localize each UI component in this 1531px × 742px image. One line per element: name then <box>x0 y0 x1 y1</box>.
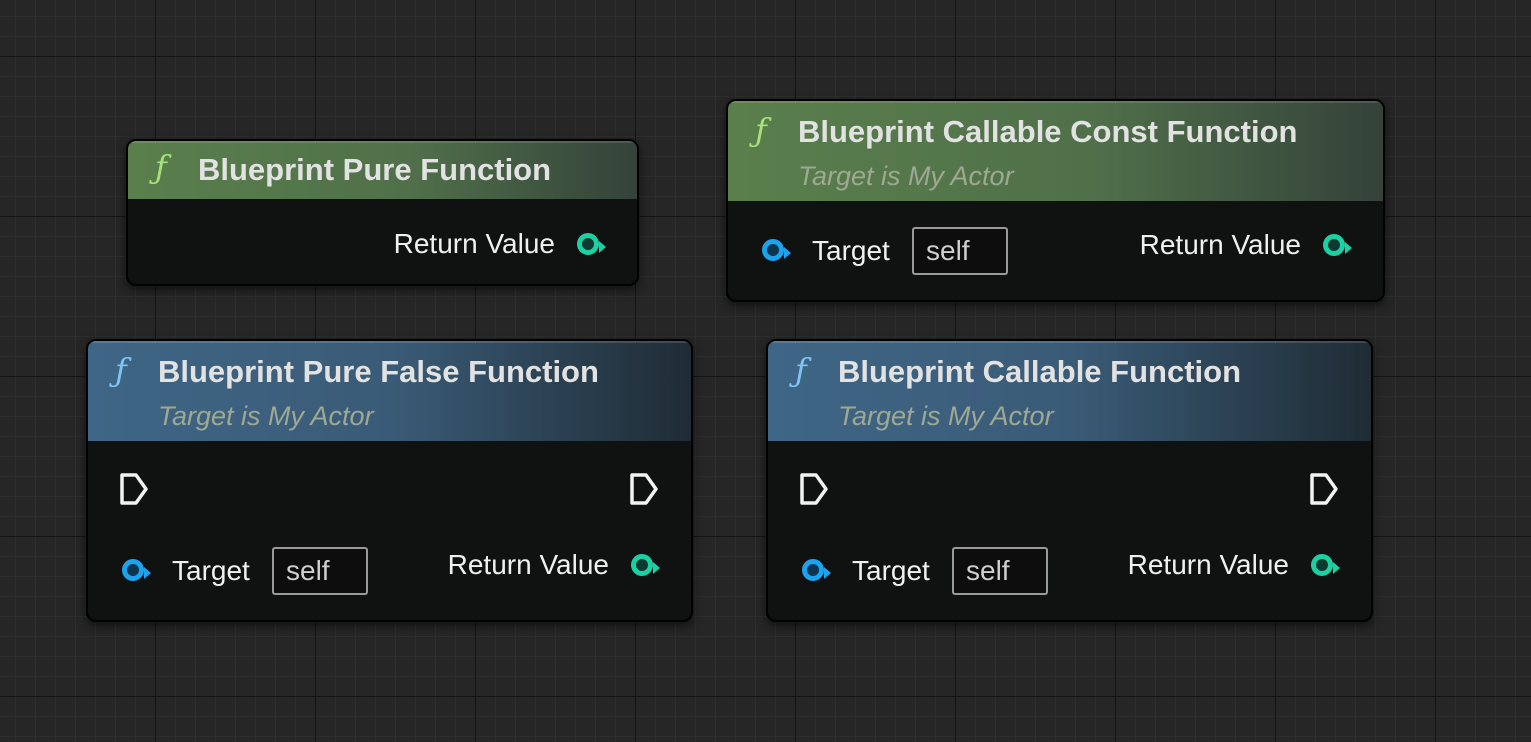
node-title: Blueprint Callable Const Function <box>798 114 1298 149</box>
exec-in-pin-icon[interactable] <box>798 471 830 507</box>
node-header[interactable]: ƒ Blueprint Callable Function Target is … <box>768 341 1371 441</box>
function-icon: ƒ <box>155 148 167 186</box>
function-icon: ƒ <box>795 351 807 389</box>
return-value-label: Return Value <box>447 549 609 580</box>
target-pin-icon[interactable] <box>762 239 791 261</box>
target-self-field[interactable]: self <box>912 227 1008 275</box>
return-value-pin-icon[interactable] <box>1311 554 1340 576</box>
function-icon: ƒ <box>755 111 767 149</box>
node-subtitle: Target is My Actor <box>838 401 1054 431</box>
target-self-field[interactable]: self <box>952 547 1048 595</box>
return-value-pin-icon[interactable] <box>631 554 660 576</box>
node-blueprint-callable-function[interactable]: ƒ Blueprint Callable Function Target is … <box>766 339 1373 622</box>
node-blueprint-pure-false-function[interactable]: ƒ Blueprint Pure False Function Target i… <box>86 339 693 622</box>
target-pin-icon[interactable] <box>122 559 151 581</box>
node-title: Blueprint Pure False Function <box>158 354 599 389</box>
node-subtitle: Target is My Actor <box>158 401 374 431</box>
node-header[interactable]: ƒ Blueprint Pure False Function Target i… <box>88 341 691 441</box>
target-pin-icon[interactable] <box>802 559 831 581</box>
node-blueprint-callable-const-function[interactable]: ƒ Blueprint Callable Const Function Targ… <box>726 99 1385 302</box>
node-header[interactable]: ƒ Blueprint Callable Const Function Targ… <box>728 101 1383 201</box>
node-blueprint-pure-function[interactable]: ƒ Blueprint Pure Function Return Value <box>126 139 639 286</box>
target-label: Target <box>852 555 930 586</box>
exec-in-pin-icon[interactable] <box>118 471 150 507</box>
return-value-pin-icon[interactable] <box>577 233 606 255</box>
node-subtitle: Target is My Actor <box>798 161 1014 191</box>
function-icon: ƒ <box>115 351 127 389</box>
exec-out-pin-icon[interactable] <box>1308 471 1340 507</box>
return-value-label: Return Value <box>1139 229 1301 260</box>
exec-out-pin-icon[interactable] <box>628 471 660 507</box>
node-header[interactable]: ƒ Blueprint Pure Function <box>128 141 637 199</box>
return-value-label: Return Value <box>1127 549 1289 580</box>
return-value-pin-icon[interactable] <box>1323 234 1352 256</box>
return-value-label: Return Value <box>393 228 555 259</box>
node-title: Blueprint Pure Function <box>198 152 552 187</box>
target-label: Target <box>172 555 250 586</box>
target-self-field[interactable]: self <box>272 547 368 595</box>
target-label: Target <box>812 235 890 266</box>
node-title: Blueprint Callable Function <box>838 354 1242 389</box>
